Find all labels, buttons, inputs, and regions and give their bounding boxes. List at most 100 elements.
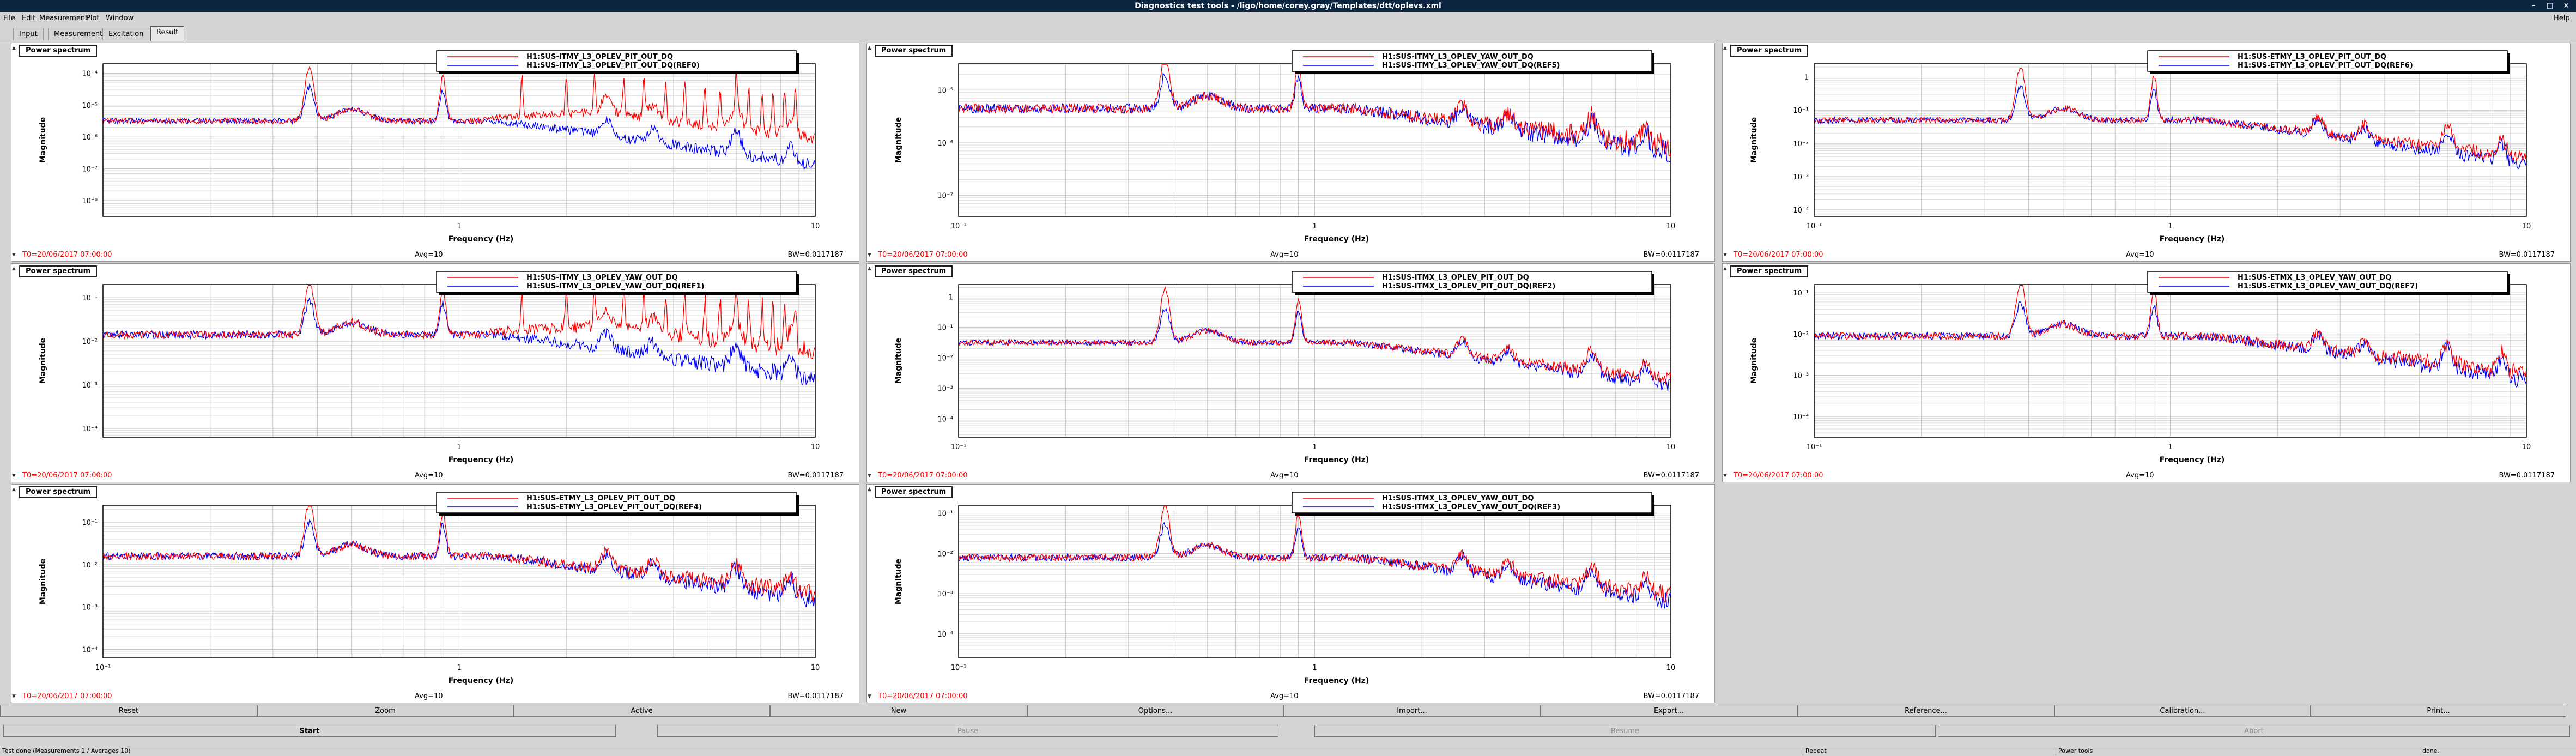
pause-button[interactable]: Pause: [657, 725, 1278, 737]
t0-timestamp: T0=20/06/2017 07:00:00: [877, 471, 968, 480]
new-button[interactable]: New: [770, 705, 1027, 717]
x-tick-label: 1: [1312, 443, 1317, 451]
minimize-button[interactable]: –: [2529, 2, 2538, 10]
options-button[interactable]: Options...: [1027, 705, 1283, 717]
tab-input[interactable]: Input: [13, 28, 44, 40]
t0-timestamp: T0=20/06/2017 07:00:00: [877, 692, 968, 700]
x-tick-label: 1: [2168, 443, 2172, 451]
print-button[interactable]: Print...: [2311, 705, 2566, 717]
t0-timestamp: T0=20/06/2017 07:00:00: [1733, 251, 1823, 259]
reference-button[interactable]: Reference...: [1797, 705, 2054, 717]
legend-entry: H1:SUS-ITMY_L3_OPLEV_YAW_OUT_DQ(REF1): [526, 282, 705, 291]
y-tick-label: 10⁻³: [937, 385, 953, 393]
plot-legend[interactable]: H1:SUS-ETMY_L3_OPLEV_PIT_OUT_DQH1:SUS-ET…: [2147, 50, 2510, 74]
averages-label: Avg=10: [415, 251, 443, 259]
y-tick-label: 10⁻⁴: [1793, 413, 1809, 421]
plot-legend[interactable]: H1:SUS-ITMY_L3_OPLEV_YAW_OUT_DQH1:SUS-IT…: [1292, 50, 1654, 74]
menu-file[interactable]: File: [3, 14, 15, 22]
maximize-button[interactable]: □: [2545, 2, 2554, 10]
averages-label: Avg=10: [415, 692, 443, 700]
x-tick-label: 1: [2168, 222, 2172, 231]
legend-entry: H1:SUS-ITMY_L3_OPLEV_YAW_OUT_DQ: [526, 274, 678, 282]
averages-label: Avg=10: [2126, 251, 2154, 259]
menu-help[interactable]: Help: [2554, 14, 2570, 22]
abort-button[interactable]: Abort: [1938, 725, 2570, 737]
menu-plot[interactable]: Plot: [86, 14, 100, 22]
plot-legend[interactable]: H1:SUS-ETMY_L3_OPLEV_PIT_OUT_DQH1:SUS-ET…: [436, 492, 799, 516]
y-tick-label: 10⁻²: [82, 338, 98, 346]
x-tick-label: 10: [811, 664, 820, 672]
export-button[interactable]: Export...: [1541, 705, 1797, 717]
status-repeat: Repeat: [1803, 747, 2056, 755]
plot-panel[interactable]: Power spectrum ▲ ▼ 1 10⁻¹ 10⁻² 10⁻³ 10⁻⁴ 10⁻¹ 1 10…: [1722, 43, 2571, 262]
t0-timestamp: T0=20/06/2017 07:00:00: [1733, 471, 1823, 480]
plot-legend[interactable]: H1:SUS-ITMX_L3_OPLEV_YAW_OUT_DQH1:SUS-IT…: [1292, 492, 1654, 516]
plot-panel[interactable]: Power spectrum ▲ ▼ 10⁻¹ 10⁻² 10⁻³ 10⁻⁴ 10⁻¹ 1 10 F…: [11, 484, 859, 703]
bandwidth-label: BW=0.0117187: [787, 692, 844, 700]
import-button[interactable]: Import...: [1283, 705, 1541, 717]
tab-measurement[interactable]: Measurement: [48, 28, 109, 40]
plot-panel[interactable]: Power spectrum ▲ ▼ 10⁻⁴ 10⁻⁵ 10⁻⁶ 10⁻⁷ 10⁻⁸ 1 10 F…: [11, 43, 859, 262]
legend-entry: H1:SUS-ITMY_L3_OPLEV_YAW_OUT_DQ: [1382, 53, 1534, 61]
legend-entry: H1:SUS-ITMY_L3_OPLEV_PIT_OUT_DQ(REF0): [526, 62, 700, 70]
tab-result[interactable]: Result: [150, 26, 185, 41]
window-controls: – □ ×: [2529, 0, 2571, 12]
x-tick-label: 1: [457, 664, 461, 672]
legend-entry: H1:SUS-ETMY_L3_OPLEV_PIT_OUT_DQ: [526, 494, 675, 503]
plot-legend[interactable]: H1:SUS-ETMX_L3_OPLEV_YAW_OUT_DQH1:SUS-ET…: [2147, 271, 2510, 295]
tab-excitation[interactable]: Excitation: [102, 28, 150, 40]
plot-grid: [102, 64, 815, 216]
window-title: Diagnostics test tools - /ligo/home/core…: [1135, 2, 1441, 10]
x-axis-label: Frequency (Hz): [1304, 676, 1369, 685]
active-button[interactable]: Active: [513, 705, 770, 717]
menu-edit[interactable]: Edit: [22, 14, 35, 22]
power-spectrum-plot[interactable]: 10⁻¹ 10⁻² 10⁻³ 10⁻⁴ 10⁻¹ 1 10 Frequency (Hz) Mag…: [867, 485, 1714, 703]
y-tick-label: 10⁻³: [1793, 372, 1809, 380]
menu-measurement[interactable]: Measurement: [39, 14, 88, 22]
calibration-button[interactable]: Calibration...: [2054, 705, 2311, 717]
zoom-button[interactable]: Zoom: [257, 705, 513, 717]
resume-button[interactable]: Resume: [1314, 725, 1936, 737]
plot-legend[interactable]: H1:SUS-ITMX_L3_OPLEV_PIT_OUT_DQH1:SUS-IT…: [1292, 271, 1654, 295]
reset-button[interactable]: Reset: [0, 705, 257, 717]
t0-timestamp: T0=20/06/2017 07:00:00: [22, 692, 112, 700]
x-tick-label: 10⁻¹: [95, 664, 111, 672]
power-spectrum-plot[interactable]: 10⁻¹ 10⁻² 10⁻³ 10⁻⁴ 1 10 Frequency (Hz) Magnitu…: [11, 264, 859, 482]
averages-label: Avg=10: [1270, 251, 1299, 259]
y-tick-label: 10⁻⁴: [937, 415, 953, 424]
start-button[interactable]: Start: [3, 725, 616, 737]
x-tick-label: 10⁻¹: [951, 222, 967, 231]
plot-legend[interactable]: H1:SUS-ITMY_L3_OPLEV_YAW_OUT_DQH1:SUS-IT…: [436, 271, 799, 295]
plot-panel[interactable]: Power spectrum ▲ ▼ 10⁻⁵ 10⁻⁶ 10⁻⁷ 10⁻¹ 1 10 Frequ…: [866, 43, 1715, 262]
x-axis-label: Frequency (Hz): [448, 676, 513, 685]
plot-panel[interactable]: Power spectrum ▲ ▼ 10⁻¹ 10⁻² 10⁻³ 10⁻⁴ 10⁻¹ 1 10 F…: [866, 484, 1715, 703]
plot-panel[interactable]: Power spectrum ▲ ▼ 1 10⁻¹ 10⁻² 10⁻³ 10⁻⁴ 10⁻¹ 1 10…: [866, 263, 1715, 482]
power-spectrum-plot[interactable]: 10⁻⁴ 10⁻⁵ 10⁻⁶ 10⁻⁷ 10⁻⁸ 1 10 Frequency (Hz) Mag…: [11, 43, 859, 261]
status-bar: Test done (Measurements 1 / Averages 10)…: [0, 746, 2576, 756]
power-spectrum-plot[interactable]: 10⁻⁵ 10⁻⁶ 10⁻⁷ 10⁻¹ 1 10 Frequency (Hz) Magnitu…: [867, 43, 1714, 261]
y-tick-label: 10⁻⁶: [82, 134, 98, 142]
menu-window[interactable]: Window: [106, 14, 134, 22]
power-spectrum-plot[interactable]: 10⁻¹ 10⁻² 10⁻³ 10⁻⁴ 10⁻¹ 1 10 Frequency (Hz) Mag…: [11, 485, 859, 703]
power-spectrum-plot[interactable]: 10⁻¹ 10⁻² 10⁻³ 10⁻⁴ 10⁻¹ 1 10 Frequency (Hz) Mag…: [1723, 264, 2570, 482]
plot-panel[interactable]: Power spectrum ▲ ▼ 10⁻¹ 10⁻² 10⁻³ 10⁻⁴ 10⁻¹ 1 10 F…: [1722, 263, 2571, 482]
plot-grid: [958, 64, 1671, 217]
x-tick-label: 1: [457, 222, 461, 231]
plot-legend[interactable]: H1:SUS-ITMY_L3_OPLEV_PIT_OUT_DQH1:SUS-IT…: [436, 50, 799, 74]
x-tick-label: 10⁻¹: [1807, 222, 1822, 231]
power-spectrum-plot[interactable]: 1 10⁻¹ 10⁻² 10⁻³ 10⁻⁴ 10⁻¹ 1 10 Frequency (Hz) Ma…: [1723, 43, 2570, 261]
plot-panel[interactable]: Power spectrum ▲ ▼ 10⁻¹ 10⁻² 10⁻³ 10⁻⁴ 1 10 Frequ…: [11, 263, 859, 482]
y-tick-label: 10⁻¹: [1793, 107, 1809, 115]
power-spectrum-plot[interactable]: 1 10⁻¹ 10⁻² 10⁻³ 10⁻⁴ 10⁻¹ 1 10 Frequency (Hz) Ma…: [867, 264, 1714, 482]
y-tick-label: 10⁻²: [1793, 331, 1809, 339]
plot-grid: [102, 285, 815, 437]
x-tick-label: 10⁻¹: [951, 443, 967, 451]
y-axis-label: Magnitude: [39, 117, 47, 163]
measurement-button-row: Start Pause Resume Abort: [0, 725, 2576, 739]
y-axis-label: Magnitude: [894, 338, 903, 384]
menu-bar: File Edit Measurement Plot Window Help: [0, 12, 2576, 25]
window-titlebar: Diagnostics test tools - /ligo/home/core…: [0, 0, 2576, 12]
close-button[interactable]: ×: [2562, 2, 2571, 10]
legend-entry: H1:SUS-ETMX_L3_OPLEV_YAW_OUT_DQ(REF7): [2238, 282, 2418, 291]
y-tick-label: 10⁻⁴: [937, 631, 953, 639]
